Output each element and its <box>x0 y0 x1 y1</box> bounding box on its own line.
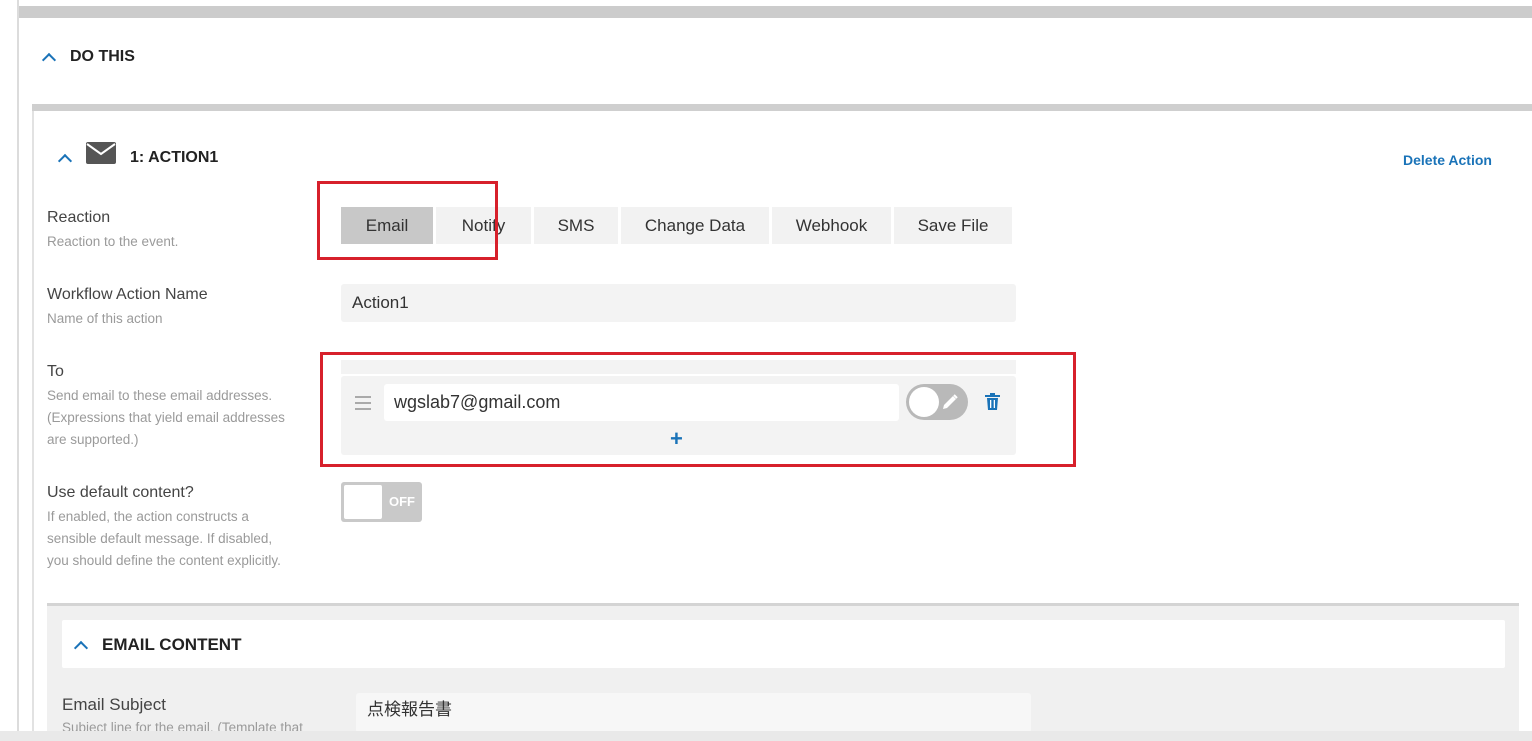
to-hint-line-1: Send email to these email addresses. <box>47 388 273 403</box>
do-this-header[interactable]: DO THIS <box>41 44 135 70</box>
default-content-toggle-knob[interactable] <box>344 485 382 519</box>
section-title: DO THIS <box>70 48 135 65</box>
action-header[interactable]: 1: ACTION1 <box>57 140 219 176</box>
reaction-hint: Reaction to the event. <box>47 234 179 249</box>
to-hint-line-2: (Expressions that yield email addresses <box>47 410 285 425</box>
email-subject-label: Email Subject <box>62 695 166 714</box>
chevron-up-icon[interactable] <box>73 640 89 656</box>
reaction-option-save-file[interactable]: Save File <box>894 207 1012 244</box>
reaction-label: Reaction <box>47 209 111 226</box>
highlight-box-reaction <box>317 181 498 260</box>
action-name-input[interactable]: Action1 <box>341 284 1016 322</box>
envelope-icon <box>86 142 116 164</box>
action-title: 1: ACTION1 <box>130 149 219 166</box>
top-divider <box>19 6 1532 18</box>
default-content-hint-line-1: If enabled, the action constructs a <box>47 509 249 524</box>
to-label: To <box>47 363 64 380</box>
delete-action-link[interactable]: Delete Action <box>1403 152 1492 168</box>
bottom-scroll-edge <box>0 731 1532 741</box>
email-content-title-row[interactable]: EMAIL CONTENT <box>73 633 242 657</box>
reaction-option-sms[interactable]: SMS <box>534 207 618 244</box>
default-content-label: Use default content? <box>47 484 194 501</box>
outer-left-border <box>17 0 19 741</box>
action-left-border <box>32 111 34 741</box>
email-content-title: EMAIL CONTENT <box>102 635 242 654</box>
chevron-up-icon[interactable] <box>57 153 73 169</box>
email-subject-input[interactable]: 点検報告書 <box>356 693 1031 733</box>
default-content-hint-line-2: sensible default message. If disabled, <box>47 531 273 546</box>
action-divider <box>32 104 1532 111</box>
to-hint-line-3: are supported.) <box>47 432 139 447</box>
reaction-option-webhook[interactable]: Webhook <box>772 207 891 244</box>
default-content-toggle-text: OFF <box>389 494 415 509</box>
highlight-box-to <box>320 352 1076 467</box>
chevron-up-icon[interactable] <box>41 52 57 68</box>
action-name-hint: Name of this action <box>47 311 163 326</box>
default-content-hint-line-3: you should define the content explicitly… <box>47 553 281 568</box>
action-name-label: Workflow Action Name <box>47 286 208 303</box>
reaction-option-change-data[interactable]: Change Data <box>621 207 769 244</box>
email-content-header[interactable] <box>62 620 1505 668</box>
